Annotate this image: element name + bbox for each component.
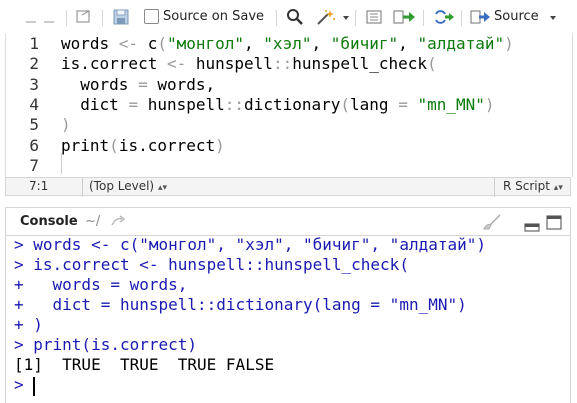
code-token: "бичиг" (330, 34, 399, 53)
code-token: ) (215, 135, 225, 155)
forward-icon[interactable] (40, 8, 58, 26)
source-on-save-label[interactable]: Source on Save (163, 8, 264, 26)
outline-icon[interactable] (365, 8, 383, 26)
code-line[interactable]: words = words, (61, 75, 215, 95)
console-input-line: > print(is.correct) (14, 335, 198, 354)
line-number: 6 (29, 135, 39, 155)
source-editor[interactable]: 1234567 words <- c("монгол", "хэл", "бич… (5, 33, 573, 177)
code-token: <- (118, 34, 139, 53)
code-token: hunspell_check (292, 54, 428, 74)
code-token: ( (340, 94, 351, 114)
code-token: , (398, 34, 418, 53)
line-number: 7 (29, 155, 39, 175)
code-token: words (61, 34, 119, 53)
save-icon[interactable] (112, 8, 130, 26)
console-goto-dir-icon[interactable] (110, 214, 126, 230)
editor-toolbar: Source on Save Source (0, 0, 577, 33)
scope-selector[interactable]: (Top Level) ▴▾ (82, 178, 167, 197)
search-icon[interactable] (286, 8, 304, 26)
code-token: ) (61, 115, 71, 135)
console-cursor (33, 377, 35, 396)
code-token: "монгол" (166, 34, 245, 53)
code-token: :: (224, 94, 245, 114)
code-token: "алдатай" (417, 34, 505, 53)
line-number: 5 (29, 115, 39, 135)
back-icon[interactable] (22, 8, 40, 26)
code-token: ) (484, 94, 495, 114)
clear-console-icon[interactable] (482, 213, 506, 231)
code-tools-dropdown-caret[interactable] (343, 16, 349, 20)
scope-label: (Top Level) (89, 179, 155, 193)
code-token: ( (109, 135, 119, 155)
console-tab-title[interactable]: Console (20, 214, 78, 229)
code-token: lang (350, 94, 399, 114)
maximize-icon[interactable] (546, 214, 562, 230)
line-number: 3 (29, 74, 39, 94)
editor-status-bar: 7:1 (Top Level) ▴▾ R Script ▴▾ (5, 177, 571, 197)
run-icon[interactable] (393, 8, 417, 26)
code-line[interactable]: print(is.correct) (61, 136, 225, 156)
code-token: = (398, 94, 408, 114)
code-token: ( (157, 34, 167, 53)
source-button[interactable]: Source (494, 8, 539, 26)
code-token: c (138, 34, 158, 53)
cursor-position: 7:1 (29, 179, 49, 193)
file-type-label: R Script (503, 179, 550, 193)
code-tools-icon[interactable] (316, 8, 335, 26)
source-icon[interactable] (470, 8, 492, 26)
code-token: <- (166, 54, 187, 74)
console-input-line: + dict = hunspell::dictionary(lang = "mn… (14, 295, 467, 314)
code-line[interactable]: dict = hunspell::dictionary(lang = "mn_M… (61, 94, 495, 115)
line-number-gutter: 1234567 (6, 33, 51, 177)
console-input-line: + ) (14, 315, 43, 334)
code-token: words (61, 74, 139, 94)
console-output-line: [1] TRUE TRUE TRUE FALSE (14, 355, 275, 374)
code-token: is.correct (61, 54, 167, 74)
code-token: "mn_MN" (417, 94, 485, 114)
code-token: hunspell (138, 94, 225, 114)
code-token: = (138, 74, 148, 94)
code-token: is.correct (118, 135, 216, 155)
source-on-save-checkbox[interactable] (144, 9, 159, 24)
show-in-window-icon[interactable] (75, 8, 93, 26)
console-input-line: > (14, 375, 24, 394)
console-input-line: > words <- c("монгол", "хэл", "бичиг", "… (14, 235, 487, 254)
line-number: 1 (29, 34, 39, 53)
minimize-icon[interactable] (524, 218, 540, 232)
code-token: print (61, 135, 110, 155)
line-number: 2 (29, 54, 39, 74)
code-token: ) (504, 34, 514, 53)
code-token: "хэл" (263, 34, 312, 53)
code-token: hunspell (186, 54, 273, 74)
source-dropdown-caret[interactable] (550, 16, 556, 20)
code-token: , (244, 34, 264, 53)
code-token: ( (427, 54, 437, 74)
code-token: dict (61, 94, 129, 114)
updown-arrows-icon: ▴▾ (157, 183, 167, 193)
code-line[interactable]: is.correct <- hunspell::hunspell_check( (61, 54, 437, 74)
console-output[interactable]: > words <- c("монгол", "хэл", "бичиг", "… (5, 235, 571, 403)
working-directory: ~/ (85, 214, 101, 229)
code-line[interactable]: ) (61, 115, 71, 135)
updown-arrows-icon: ▴▾ (553, 183, 563, 193)
code-token: dictionary (244, 94, 341, 114)
code-token: :: (272, 54, 293, 74)
file-type-selector[interactable]: R Script ▴▾ (494, 178, 563, 197)
console-header: Console ~/ (5, 207, 571, 236)
code-line[interactable]: words <- c("монгол", "хэл", "бичиг", "ал… (61, 34, 514, 54)
code-token: words, (147, 74, 216, 94)
line-number: 4 (29, 94, 39, 114)
text-cursor (61, 153, 62, 174)
code-token: , (311, 34, 331, 53)
console-input-line: > is.correct <- hunspell::hunspell_check… (14, 255, 409, 274)
console-input-line: + words = words, (14, 275, 188, 294)
code-token: = (128, 94, 139, 114)
rerun-icon[interactable] (432, 8, 456, 26)
